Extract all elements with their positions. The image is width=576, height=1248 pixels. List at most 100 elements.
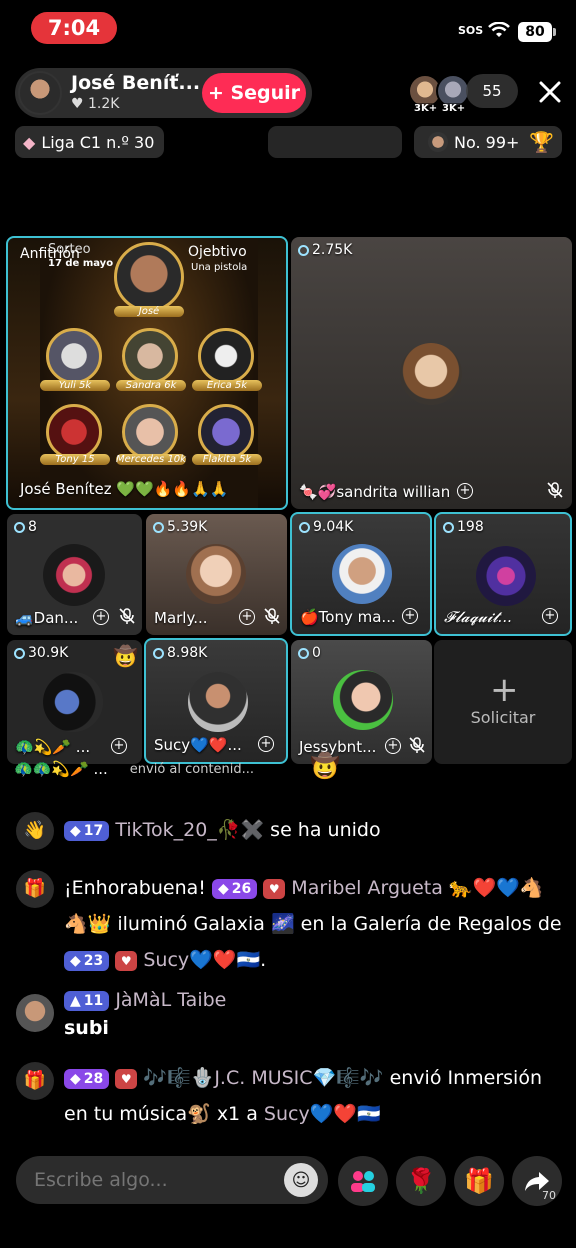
tile-view-count: 5.39K (167, 519, 208, 535)
guest-avatar (400, 343, 462, 405)
tile-views: 8.98K (153, 645, 207, 661)
heart-badge-icon: ♥ (263, 878, 286, 899)
guest-circle (46, 328, 102, 384)
tile-view-count: 0 (312, 645, 321, 661)
guest-name: 𝓕𝓵𝓪𝓺𝓾𝓲𝓽... (444, 608, 513, 626)
chat-text: ¡Enhorabuena! (64, 877, 206, 899)
request-join-tile[interactable]: + Solicitar (434, 640, 572, 764)
gift-notification-strip: 🦚🦚💫🥕 ... envió al contenid... (14, 752, 344, 786)
add-friend-icon[interactable]: + (239, 609, 255, 625)
guest-circle (46, 404, 102, 460)
chat-message-gift: 🎁 ¡Enhorabuena! ◆ 26 ♥ Maribel Argueta 🐆… (14, 868, 562, 980)
emoji-button[interactable]: ☺ (284, 1163, 318, 1197)
guest-label: Erica 5k (192, 380, 262, 391)
viewer-badge: 3K+ (440, 103, 468, 114)
heart-badge-icon: ♥ (115, 950, 138, 971)
chat-message-join: 👋 ◆ 17 TikTok_20_🥀✖️ se ha unido (14, 810, 562, 850)
add-friend-icon[interactable]: + (457, 483, 473, 499)
guest-tile-tony[interactable]: 9.04K 🍎Tony ma... + (290, 512, 432, 636)
tile-views: 2.75K (298, 242, 352, 258)
tile-views: 9.04K (299, 519, 353, 535)
add-friend-icon[interactable]: + (258, 736, 274, 752)
add-friend-icon[interactable]: + (402, 608, 418, 624)
guest-tile-marly[interactable]: 5.39K Marly... + (146, 514, 287, 635)
league-label: Liga C1 n.º 30 (41, 132, 155, 152)
level-badge: ◆ 28 (64, 1068, 110, 1089)
goal-title: Ojebtivo (188, 244, 247, 260)
guest-tile-sandrita[interactable]: 2.75K 🍬💞sandrita willian + (291, 237, 572, 509)
host-circle (114, 242, 184, 312)
chat-username[interactable]: JàMàL Taibe (115, 989, 226, 1011)
host-video-tile[interactable]: José Yuli 5k Sandra 6k Erica 5k Tony 15 … (6, 236, 288, 510)
rose-gift-button[interactable]: 🌹 (396, 1156, 446, 1206)
close-button[interactable] (534, 76, 566, 108)
host-likes: ♥ 1.2K (71, 96, 120, 112)
guest-name: 🍬💞sandrita willian (299, 483, 451, 501)
guest-avatar (476, 546, 536, 606)
add-friend-icon[interactable]: + (542, 608, 558, 624)
guest-name: 🚙Dan... (15, 609, 79, 627)
tile-views: 30.9K (14, 645, 68, 661)
add-friend-icon[interactable]: + (93, 609, 109, 625)
people-icon (351, 1171, 375, 1192)
sos-indicator: SOS (458, 24, 484, 37)
multi-guest-button[interactable] (338, 1156, 388, 1206)
level-badge: ▲ 11 (64, 990, 110, 1011)
gift-text: envió al contenid... (129, 761, 255, 777)
guest-label: Tony 15 (40, 454, 110, 465)
guest-tile-dan[interactable]: 8 🚙Dan... + (7, 514, 142, 635)
chat-message-comment: ▲ 11 JàMàL Taibe subi (14, 989, 562, 1052)
cowboy-hat-icon: 🤠 (310, 752, 340, 780)
guest-label: Mercedes 10k (116, 454, 186, 465)
host-avatar[interactable] (18, 71, 62, 115)
viewer-dot-icon (443, 521, 454, 533)
guest-tile-sucy[interactable]: 8.98K Sucy💙❤️... + (144, 638, 288, 764)
share-count: 70 (542, 1189, 556, 1202)
mic-muted-icon (547, 482, 563, 498)
viewer-count[interactable]: 55 (466, 74, 518, 108)
gift-button[interactable]: 🎁 (454, 1156, 504, 1206)
guest-circle (122, 328, 178, 384)
league-pill[interactable]: ◆ Liga C1 n.º 30 (15, 126, 164, 158)
guest-tile-flaquita[interactable]: 198 𝓕𝓵𝓪𝓺𝓾𝓲𝓽... + (434, 512, 572, 636)
level-number: 23 (83, 952, 104, 969)
guest-avatar (333, 670, 393, 730)
comment-input[interactable] (16, 1156, 328, 1204)
chat-username[interactable]: 🎶🎼🪬J.C. MUSIC💎🎼🎶 (143, 1067, 383, 1089)
cowboy-hat-icon: 🤠 (113, 644, 138, 668)
tile-view-count: 2.75K (312, 242, 353, 258)
guest-avatar (332, 544, 392, 604)
user-avatar[interactable] (16, 994, 54, 1032)
viewer-dot-icon (153, 521, 164, 533)
chat-username[interactable]: Sucy💙❤️🇸🇻 (143, 949, 260, 971)
guest-label: Flakita 5k (192, 454, 262, 465)
host-profile-pill[interactable]: José Beníť... ♥ 1.2K + Seguir (15, 68, 312, 118)
tile-view-count: 9.04K (313, 519, 354, 535)
guest-tile-30k[interactable]: 30.9K 🤠 🦚💫🥕 ... + (7, 640, 142, 764)
wifi-icon (488, 22, 510, 37)
trophy-icon: 🏆 (529, 130, 555, 154)
chat-text: se ha unido (270, 819, 381, 841)
share-button[interactable]: 70 (512, 1156, 562, 1206)
clock: 7:04 (31, 12, 117, 44)
level-number: 28 (83, 1070, 104, 1087)
gift-icon: 🎁 (464, 1167, 494, 1195)
rank-pill[interactable]: No. 99+ 🏆 (414, 126, 562, 158)
add-friend-icon[interactable]: + (385, 738, 401, 754)
top-viewers[interactable]: 3K+ 3K+ (408, 74, 472, 114)
guest-tile-jessy[interactable]: 0 Jessybnt... + (291, 640, 432, 764)
guest-avatar (43, 544, 105, 606)
chat-username[interactable]: TikTok_20_🥀✖️ (115, 819, 264, 841)
level-number: 17 (83, 822, 104, 839)
viewer-dot-icon (298, 647, 309, 659)
chat-username[interactable]: Sucy💙❤️🇸🇻 (264, 1103, 381, 1125)
viewer-dot-icon (14, 647, 25, 659)
diamond-icon: ◆ (23, 132, 36, 152)
follow-button[interactable]: + Seguir (202, 73, 306, 113)
top-viewer-avatar[interactable]: 3K+ (436, 74, 470, 114)
tile-views: 5.39K (153, 519, 207, 535)
poster-date: 17 de mayo (48, 258, 114, 269)
level-number: 26 (231, 880, 252, 897)
close-icon (539, 81, 561, 103)
guest-name: Marly... (154, 609, 208, 627)
